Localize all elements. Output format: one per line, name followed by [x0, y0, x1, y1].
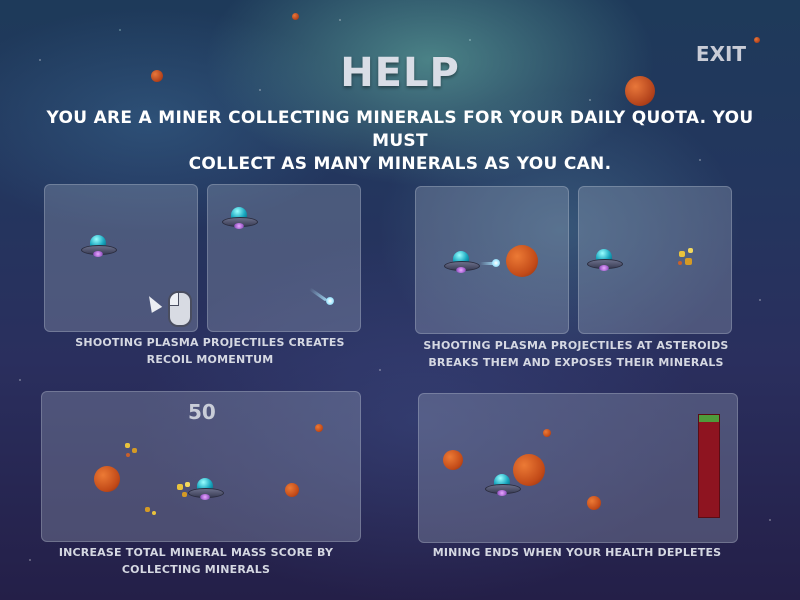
tutorial-recoil-panel-before — [44, 184, 198, 332]
ship-icon — [485, 474, 521, 496]
score-display: 50 — [188, 400, 216, 424]
intro-line-1: YOU ARE A MINER COLLECTING MINERALS FOR … — [46, 108, 754, 151]
asteroid-icon — [587, 496, 601, 510]
health-bar — [698, 414, 720, 518]
caption-line-2: RECOIL MOMENTUM — [146, 353, 274, 366]
caption-line-2: BREAKS THEM AND EXPOSES THEIR MINERALS — [428, 356, 724, 369]
tutorial-score-panel: 50 — [41, 391, 361, 542]
asteroid-icon — [94, 466, 120, 492]
ship-icon — [222, 207, 258, 229]
asteroid-icon — [543, 429, 551, 437]
tutorial-score-caption: INCREASE TOTAL MINERAL MASS SCORE BY COL… — [46, 544, 346, 578]
intro-text: YOU ARE A MINER COLLECTING MINERALS FOR … — [40, 107, 760, 176]
asteroid-icon — [443, 450, 463, 470]
asteroid-icon — [315, 424, 323, 432]
caption-line-1: SHOOTING PLASMA PROJECTILES AT ASTEROIDS — [423, 339, 729, 352]
mineral-icon — [142, 504, 164, 526]
tutorial-asteroid-panel-before — [415, 186, 569, 334]
tutorial-asteroid-caption: SHOOTING PLASMA PROJECTILES AT ASTEROIDS… — [420, 337, 732, 371]
background-asteroid — [292, 13, 299, 20]
health-bar-fill — [699, 415, 719, 423]
mouse-icon — [168, 291, 192, 327]
plasma-trail — [308, 287, 328, 302]
asteroid-icon — [506, 245, 538, 277]
asteroid-icon — [285, 483, 299, 497]
caption-line-1: SHOOTING PLASMA PROJECTILES CREATES — [75, 336, 345, 349]
mineral-icon — [677, 247, 699, 269]
ship-icon — [444, 251, 480, 273]
plasma-projectile-icon — [326, 297, 334, 305]
tutorial-recoil-caption: SHOOTING PLASMA PROJECTILES CREATES RECO… — [60, 334, 360, 368]
background-asteroid — [754, 37, 760, 43]
tutorial-health-panel — [418, 393, 738, 543]
ship-icon — [587, 249, 623, 271]
caption-line-2: COLLECTING MINERALS — [121, 563, 271, 576]
intro-line-2: COLLECT AS MANY MINERALS AS YOU CAN. — [188, 154, 612, 174]
tutorial-health-caption: MINING ENDS WHEN YOUR HEALTH DEPLETES — [418, 544, 736, 561]
ship-icon — [81, 235, 117, 257]
mineral-icon — [122, 440, 144, 462]
exit-button[interactable]: EXIT — [694, 42, 748, 66]
cursor-icon — [143, 293, 163, 313]
caption-line-1: INCREASE TOTAL MINERAL MASS SCORE BY — [58, 546, 334, 559]
tutorial-asteroid-panel-after — [578, 186, 732, 334]
caption-line-1: MINING ENDS WHEN YOUR HEALTH DEPLETES — [432, 546, 722, 559]
page-title: HELP — [340, 50, 460, 96]
tutorial-recoil-panel-after — [207, 184, 361, 332]
plasma-projectile-icon — [492, 259, 500, 267]
ship-icon — [188, 478, 224, 500]
